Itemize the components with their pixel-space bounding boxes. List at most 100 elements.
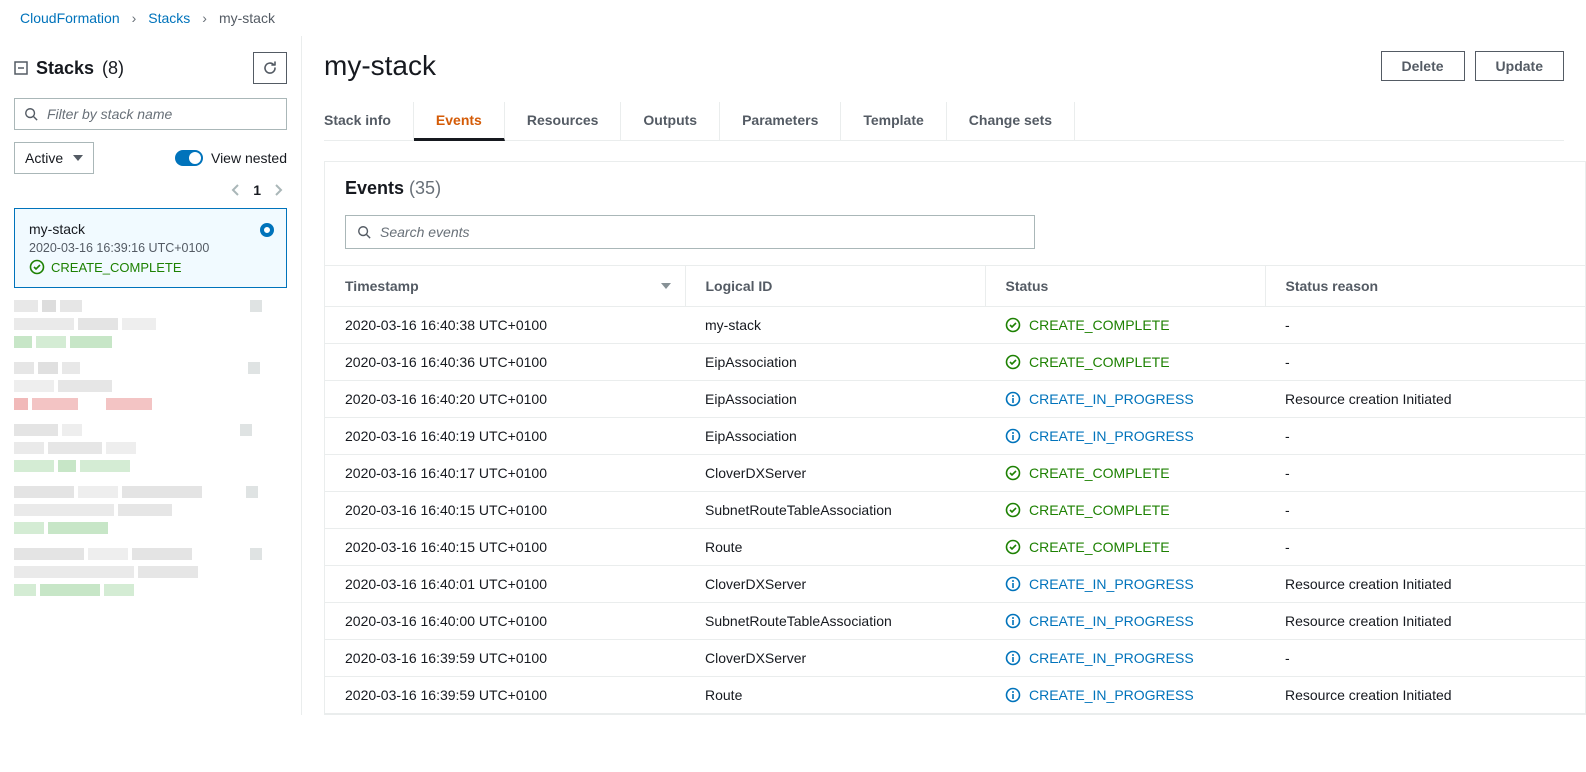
tab-resources[interactable]: Resources (505, 102, 622, 140)
breadcrumb: CloudFormation › Stacks › my-stack (0, 0, 1586, 36)
cell-status-reason: - (1265, 529, 1585, 566)
table-row: 2020-03-16 16:39:59 UTC+0100CloverDXServ… (325, 640, 1585, 677)
refresh-button[interactable] (253, 52, 287, 84)
sidebar-stack-count: (8) (102, 58, 124, 79)
update-button[interactable]: Update (1475, 51, 1564, 81)
status-text: CREATE_IN_PROGRESS (1029, 391, 1194, 407)
search-icon (24, 107, 38, 121)
radio-selected-icon (260, 223, 274, 237)
prev-page-button[interactable] (231, 184, 239, 196)
cell-status-reason: - (1265, 307, 1585, 344)
table-row: 2020-03-16 16:40:20 UTC+0100EipAssociati… (325, 381, 1585, 418)
status-text: CREATE_IN_PROGRESS (1029, 687, 1194, 703)
view-nested-toggle[interactable] (175, 150, 203, 166)
column-header-status[interactable]: Status (985, 266, 1265, 307)
view-nested-label: View nested (211, 150, 287, 166)
info-circle-icon (1005, 687, 1021, 703)
cell-timestamp: 2020-03-16 16:39:59 UTC+0100 (325, 640, 685, 677)
cell-timestamp: 2020-03-16 16:40:36 UTC+0100 (325, 344, 685, 381)
tab-stack-info[interactable]: Stack info (324, 102, 414, 140)
status-text: CREATE_IN_PROGRESS (1029, 428, 1194, 444)
next-page-button[interactable] (275, 184, 283, 196)
obscured-stack-item (14, 424, 287, 472)
status-text: CREATE_COMPLETE (1029, 354, 1170, 370)
delete-button[interactable]: Delete (1381, 51, 1465, 81)
status-text: CREATE_COMPLETE (1029, 317, 1170, 333)
events-panel: Events (35) TimestampLogical IDStatusSta… (324, 161, 1586, 715)
sidebar-title: Stacks (8) (14, 58, 124, 79)
column-header-logical-id[interactable]: Logical ID (685, 266, 985, 307)
check-circle-icon (1005, 465, 1021, 481)
cell-logical-id: my-stack (685, 307, 985, 344)
cell-timestamp: 2020-03-16 16:40:38 UTC+0100 (325, 307, 685, 344)
info-circle-icon (1005, 428, 1021, 444)
breadcrumb-stacks[interactable]: Stacks (148, 10, 190, 26)
tab-template[interactable]: Template (841, 102, 946, 140)
cell-logical-id: CloverDXServer (685, 640, 985, 677)
cell-timestamp: 2020-03-16 16:40:01 UTC+0100 (325, 566, 685, 603)
collapse-icon[interactable] (14, 61, 28, 75)
page-number: 1 (253, 182, 261, 198)
cell-status-reason: Resource creation Initiated (1265, 381, 1585, 418)
cell-status: CREATE_IN_PROGRESS (985, 381, 1265, 418)
column-header-timestamp[interactable]: Timestamp (325, 266, 685, 307)
info-circle-icon (1005, 576, 1021, 592)
cell-status: CREATE_IN_PROGRESS (985, 677, 1265, 714)
cell-timestamp: 2020-03-16 16:40:00 UTC+0100 (325, 603, 685, 640)
page-title: my-stack (324, 50, 436, 82)
table-row: 2020-03-16 16:40:36 UTC+0100EipAssociati… (325, 344, 1585, 381)
cell-logical-id: EipAssociation (685, 381, 985, 418)
events-count: (35) (409, 178, 441, 198)
cell-status: CREATE_IN_PROGRESS (985, 603, 1265, 640)
table-row: 2020-03-16 16:40:00 UTC+0100SubnetRouteT… (325, 603, 1585, 640)
check-circle-icon (1005, 539, 1021, 555)
status-text: CREATE_COMPLETE (1029, 465, 1170, 481)
status-filter-select[interactable]: Active (14, 142, 94, 174)
events-table: TimestampLogical IDStatusStatus reason 2… (325, 265, 1585, 714)
main-content: my-stack Delete Update Stack infoEventsR… (302, 36, 1586, 715)
obscured-stack-item (14, 486, 287, 534)
tabs: Stack infoEventsResourcesOutputsParamete… (324, 102, 1564, 141)
stack-card-name: my-stack (29, 221, 272, 237)
table-row: 2020-03-16 16:40:15 UTC+0100RouteCREATE_… (325, 529, 1585, 566)
cell-logical-id: Route (685, 677, 985, 714)
chevron-right-icon: › (132, 10, 137, 26)
search-icon (357, 225, 371, 239)
obscured-stack-item (14, 548, 287, 596)
table-row: 2020-03-16 16:40:17 UTC+0100CloverDXServ… (325, 455, 1585, 492)
refresh-icon (262, 60, 278, 76)
cell-timestamp: 2020-03-16 16:40:20 UTC+0100 (325, 381, 685, 418)
cell-logical-id: SubnetRouteTableAssociation (685, 603, 985, 640)
breadcrumb-current: my-stack (219, 10, 275, 26)
sidebar: Stacks (8) Active View nested (0, 36, 302, 715)
cell-status: CREATE_COMPLETE (985, 344, 1265, 381)
events-search-input[interactable] (345, 215, 1035, 249)
cell-status-reason: Resource creation Initiated (1265, 603, 1585, 640)
stack-filter-input[interactable] (14, 98, 287, 130)
tab-parameters[interactable]: Parameters (720, 102, 841, 140)
obscured-stack-item (14, 362, 287, 410)
info-circle-icon (1005, 391, 1021, 407)
tab-events[interactable]: Events (414, 102, 505, 141)
breadcrumb-root[interactable]: CloudFormation (20, 10, 120, 26)
status-filter-label: Active (25, 150, 63, 166)
tab-outputs[interactable]: Outputs (621, 102, 720, 140)
stack-card-status-text: CREATE_COMPLETE (51, 260, 182, 275)
cell-status: CREATE_COMPLETE (985, 455, 1265, 492)
check-circle-icon (1005, 317, 1021, 333)
info-circle-icon (1005, 650, 1021, 666)
stack-card-selected[interactable]: my-stack 2020-03-16 16:39:16 UTC+0100 CR… (14, 208, 287, 288)
obscured-stack-item (14, 300, 287, 348)
cell-timestamp: 2020-03-16 16:40:15 UTC+0100 (325, 492, 685, 529)
status-text: CREATE_COMPLETE (1029, 539, 1170, 555)
cell-status: CREATE_COMPLETE (985, 307, 1265, 344)
tab-change-sets[interactable]: Change sets (947, 102, 1075, 140)
column-header-status-reason[interactable]: Status reason (1265, 266, 1585, 307)
cell-status-reason: - (1265, 492, 1585, 529)
table-row: 2020-03-16 16:40:15 UTC+0100SubnetRouteT… (325, 492, 1585, 529)
cell-status-reason: - (1265, 640, 1585, 677)
cell-status-reason: - (1265, 344, 1585, 381)
status-text: CREATE_IN_PROGRESS (1029, 650, 1194, 666)
cell-logical-id: CloverDXServer (685, 566, 985, 603)
cell-logical-id: EipAssociation (685, 344, 985, 381)
